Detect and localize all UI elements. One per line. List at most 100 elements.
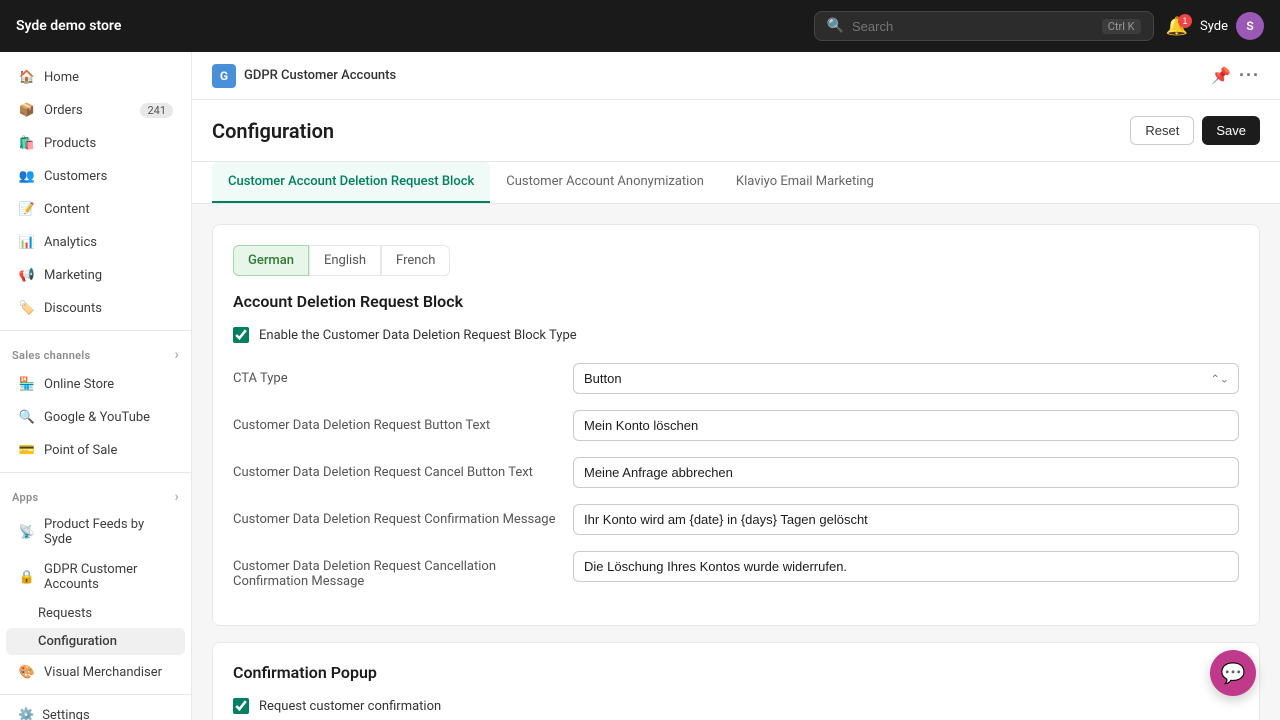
confirmation-message-input[interactable] <box>573 504 1239 535</box>
enable-checkbox-row: Enable the Customer Data Deletion Reques… <box>233 327 1239 343</box>
apps-expand-icon[interactable]: › <box>174 489 179 505</box>
sales-channels-expand-icon[interactable]: › <box>174 347 179 363</box>
content-icon: 📝 <box>18 200 36 218</box>
main-content: G GDPR Customer Accounts 📌 ··· Configura… <box>192 52 1280 720</box>
online-store-icon: 🏪 <box>18 375 36 393</box>
content-area: German English French Account Deletion R… <box>192 204 1280 720</box>
sidebar-item-online-store[interactable]: 🏪 Online Store <box>6 368 185 400</box>
cta-type-field: Button <box>573 363 1239 394</box>
search-input[interactable] <box>852 19 1094 34</box>
search-bar[interactable]: 🔍 Ctrl K <box>814 11 1154 41</box>
sidebar-item-visual-merchandiser[interactable]: 🎨 Visual Merchandiser <box>6 656 185 688</box>
sidebar-item-marketing[interactable]: 📢 Marketing <box>6 259 185 291</box>
cta-type-row: CTA Type Button <box>233 363 1239 394</box>
confirmation-popup-title: Confirmation Popup <box>233 663 1239 682</box>
cta-type-select[interactable]: Button <box>573 363 1239 394</box>
sidebar-item-settings[interactable]: ⚙️ Settings <box>6 701 185 720</box>
button-text-label: Customer Data Deletion Request Button Te… <box>233 410 573 433</box>
sidebar-item-label: Point of Sale <box>44 443 117 458</box>
confirmation-message-row: Customer Data Deletion Request Confirmat… <box>233 504 1239 535</box>
settings-icon: ⚙️ <box>18 708 34 720</box>
visual-merchandiser-icon: 🎨 <box>18 663 36 681</box>
cta-type-label: CTA Type <box>233 363 573 386</box>
chat-bubble[interactable]: 💬 <box>1210 650 1256 696</box>
tab-deletion-request[interactable]: Customer Account Deletion Request Block <box>212 162 490 203</box>
cancel-button-text-label: Customer Data Deletion Request Cancel Bu… <box>233 457 573 480</box>
lang-tab-german[interactable]: German <box>233 245 309 276</box>
sidebar-item-products[interactable]: 🛍️ Products <box>6 127 185 159</box>
cancel-button-text-input[interactable] <box>573 457 1239 488</box>
request-customer-checkbox[interactable] <box>233 698 249 714</box>
main-card: German English French Account Deletion R… <box>212 224 1260 626</box>
sidebar-item-label: Analytics <box>44 235 97 250</box>
sidebar-item-customers[interactable]: 👥 Customers <box>6 160 185 192</box>
enable-checkbox[interactable] <box>233 327 249 343</box>
chat-icon: 💬 <box>1221 661 1246 685</box>
button-text-input[interactable] <box>573 410 1239 441</box>
cancellation-message-row: Customer Data Deletion Request Cancellat… <box>233 551 1239 589</box>
products-icon: 🛍️ <box>18 134 36 152</box>
sub-item-label: Configuration <box>38 634 117 649</box>
button-text-row: Customer Data Deletion Request Button Te… <box>233 410 1239 441</box>
cancel-button-text-row: Customer Data Deletion Request Cancel Bu… <box>233 457 1239 488</box>
pin-button[interactable]: 📌 <box>1211 66 1231 86</box>
cancellation-message-label: Customer Data Deletion Request Cancellat… <box>233 551 573 589</box>
orders-icon: 📦 <box>18 101 36 119</box>
sub-item-label: Requests <box>38 606 92 621</box>
button-text-field <box>573 410 1239 441</box>
apps-section: Apps › <box>0 479 191 509</box>
notifications-button[interactable]: 🔔 1 <box>1166 16 1188 37</box>
sub-item-requests[interactable]: Requests <box>6 600 185 627</box>
sidebar-item-gdpr[interactable]: 🔒 GDPR Customer Accounts <box>6 555 185 599</box>
user-name: Syde <box>1200 19 1228 34</box>
sidebar-item-content[interactable]: 📝 Content <box>6 193 185 225</box>
confirmation-message-field <box>573 504 1239 535</box>
sidebar-item-point-of-sale[interactable]: 💳 Point of Sale <box>6 434 185 466</box>
cancellation-message-field <box>573 551 1239 582</box>
notifications-badge: 1 <box>1178 14 1192 28</box>
sidebar-item-product-feeds[interactable]: 📡 Product Feeds by Syde <box>6 510 185 554</box>
google-youtube-icon: 🔍 <box>18 408 36 426</box>
sidebar-item-label: Home <box>44 70 79 85</box>
sidebar-item-label: Orders <box>44 103 83 118</box>
sidebar-item-google-youtube[interactable]: 🔍 Google & YouTube <box>6 401 185 433</box>
app-name: GDPR Customer Accounts <box>244 68 396 83</box>
topbar-right: 🔔 1 Syde S <box>1166 12 1264 40</box>
search-shortcut: Ctrl K <box>1102 19 1141 34</box>
sidebar-item-home[interactable]: 🏠 Home <box>6 61 185 93</box>
tabs-container: Customer Account Deletion Request Block … <box>192 162 1280 204</box>
enable-checkbox-label: Enable the Customer Data Deletion Reques… <box>259 328 577 343</box>
layout: 🏠 Home 📦 Orders 241 🛍️ Products 👥 Custom… <box>0 52 1280 720</box>
reset-button[interactable]: Reset <box>1130 116 1194 145</box>
marketing-icon: 📢 <box>18 266 36 284</box>
sidebar: 🏠 Home 📦 Orders 241 🛍️ Products 👥 Custom… <box>0 52 192 720</box>
more-button[interactable]: ··· <box>1239 65 1260 86</box>
app-title-row: G GDPR Customer Accounts <box>212 64 396 88</box>
sidebar-divider-3 <box>0 694 191 695</box>
customers-icon: 👥 <box>18 167 36 185</box>
sub-item-configuration[interactable]: Configuration <box>6 628 185 655</box>
cancellation-message-input[interactable] <box>573 551 1239 582</box>
save-button[interactable]: Save <box>1202 116 1260 145</box>
sales-channels-section: Sales channels › <box>0 337 191 367</box>
pos-icon: 💳 <box>18 441 36 459</box>
gdpr-icon: 🔒 <box>18 568 36 586</box>
sales-channels-label: Sales channels <box>12 349 91 362</box>
search-icon: 🔍 <box>827 18 844 34</box>
cancel-button-text-field <box>573 457 1239 488</box>
lang-tab-french[interactable]: French <box>381 245 450 276</box>
sidebar-item-label: Content <box>44 202 90 217</box>
sidebar-item-discounts[interactable]: 🏷️ Discounts <box>6 292 185 324</box>
avatar[interactable]: S <box>1236 12 1264 40</box>
sidebar-item-label: Marketing <box>44 268 102 283</box>
tab-anonymization[interactable]: Customer Account Anonymization <box>490 162 720 203</box>
confirmation-message-label: Customer Data Deletion Request Confirmat… <box>233 504 573 527</box>
sidebar-item-orders[interactable]: 📦 Orders 241 <box>6 94 185 126</box>
page-header: Configuration Reset Save <box>192 100 1280 162</box>
store-name: Syde demo store <box>16 18 802 34</box>
app-header: G GDPR Customer Accounts 📌 ··· <box>192 52 1280 100</box>
sidebar-item-label: Google & YouTube <box>44 410 150 425</box>
sidebar-item-analytics[interactable]: 📊 Analytics <box>6 226 185 258</box>
lang-tab-english[interactable]: English <box>309 245 381 276</box>
tab-klaviyo[interactable]: Klaviyo Email Marketing <box>720 162 890 203</box>
